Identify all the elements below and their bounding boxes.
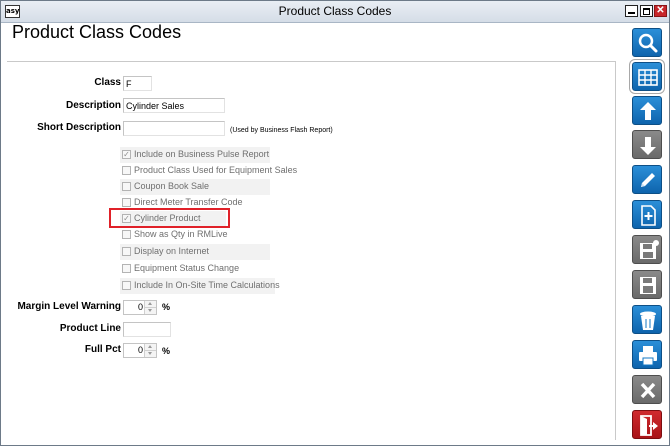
class-field[interactable]: F bbox=[123, 76, 152, 91]
new-document-icon bbox=[641, 205, 656, 226]
full-pct-value: 0 bbox=[137, 345, 143, 355]
checkbox-onsite-time-box[interactable] bbox=[122, 281, 131, 290]
checkbox-show-qty-rmlive[interactable]: Show as Qty in RMLive bbox=[120, 227, 270, 243]
highlight-box bbox=[109, 208, 230, 228]
delete-trash-icon bbox=[640, 311, 656, 330]
edit-button[interactable] bbox=[632, 165, 662, 194]
checkbox-onsite-time[interactable]: Include In On-Site Time Calculations bbox=[120, 278, 280, 294]
checkbox-coupon-book-box[interactable] bbox=[122, 182, 131, 191]
search-icon bbox=[638, 33, 658, 53]
checkbox-business-pulse[interactable]: ✓ Include on Business Pulse Report bbox=[120, 147, 270, 163]
full-pct-stepper[interactable]: 0 bbox=[123, 343, 157, 358]
delete-button[interactable] bbox=[632, 305, 662, 334]
product-line-field[interactable] bbox=[123, 322, 171, 337]
checkbox-coupon-book-label: Coupon Book Sale bbox=[134, 181, 210, 191]
close-button[interactable]: ✕ bbox=[654, 5, 667, 17]
product-line-label: Product Line bbox=[59, 323, 121, 334]
edit-pencil-icon bbox=[641, 173, 655, 187]
checkbox-display-internet-box[interactable] bbox=[122, 247, 131, 256]
short-description-label: Short Description bbox=[37, 122, 121, 133]
checkbox-equipment-sales-label: Product Class Used for Equipment Sales bbox=[134, 165, 298, 175]
window-title: Product Class Codes bbox=[278, 4, 392, 18]
margin-level-warning-label: Margin Level Warning bbox=[17, 301, 121, 312]
search-button[interactable] bbox=[632, 28, 662, 57]
description-field[interactable]: Cylinder Sales bbox=[123, 98, 225, 113]
next-record-button[interactable] bbox=[632, 130, 662, 159]
cancel-x-icon bbox=[640, 382, 656, 399]
stepper-down-button[interactable] bbox=[144, 351, 156, 357]
full-pct-unit: % bbox=[162, 346, 171, 356]
form-panel bbox=[7, 61, 616, 440]
maximize-button[interactable] bbox=[640, 5, 653, 17]
save-new-icon bbox=[640, 240, 659, 259]
cancel-button[interactable] bbox=[632, 375, 662, 404]
checkbox-direct-meter-box[interactable] bbox=[122, 198, 131, 207]
short-description-note: (Used by Business Flash Report) bbox=[230, 127, 333, 134]
save-button[interactable] bbox=[632, 270, 662, 299]
print-button[interactable] bbox=[632, 340, 662, 369]
stepper-down-button[interactable] bbox=[144, 308, 156, 314]
checkbox-direct-meter-label: Direct Meter Transfer Code bbox=[134, 197, 243, 207]
arrow-up-icon bbox=[640, 102, 656, 120]
checkbox-equipment-sales[interactable]: Product Class Used for Equipment Sales bbox=[120, 163, 300, 179]
minimize-button[interactable] bbox=[625, 5, 638, 17]
checkbox-equipment-status[interactable]: Equipment Status Change bbox=[120, 261, 270, 277]
exit-button[interactable] bbox=[632, 410, 662, 439]
print-icon bbox=[639, 346, 657, 366]
margin-level-warning-unit: % bbox=[162, 302, 171, 312]
checkbox-business-pulse-box[interactable]: ✓ bbox=[122, 150, 131, 159]
previous-record-button[interactable] bbox=[632, 96, 662, 125]
margin-level-warning-value: 0 bbox=[137, 302, 143, 312]
checkbox-equipment-status-label: Equipment Status Change bbox=[134, 263, 240, 273]
checkbox-display-internet[interactable]: Display on Internet bbox=[120, 244, 270, 260]
checkbox-show-qty-rmlive-box[interactable] bbox=[122, 230, 131, 239]
product-class-codes-window: asy Product Class Codes ✕ Product Class … bbox=[0, 0, 670, 446]
arrow-down-icon bbox=[640, 137, 656, 155]
stepper-up-button[interactable] bbox=[144, 344, 156, 351]
title-bar: asy Product Class Codes ✕ bbox=[1, 1, 669, 23]
margin-level-warning-stepper[interactable]: 0 bbox=[123, 300, 157, 315]
checkbox-onsite-time-label: Include In On-Site Time Calculations bbox=[134, 280, 280, 290]
grid-view-button[interactable] bbox=[630, 60, 664, 93]
description-label: Description bbox=[65, 100, 121, 111]
checkbox-show-qty-rmlive-label: Show as Qty in RMLive bbox=[134, 229, 228, 239]
new-record-button[interactable] bbox=[632, 200, 662, 229]
class-label: Class bbox=[94, 77, 121, 88]
checkbox-coupon-book[interactable]: Coupon Book Sale bbox=[120, 179, 270, 195]
save-new-button[interactable] bbox=[632, 235, 662, 264]
page-title: Product Class Codes bbox=[12, 22, 182, 42]
short-description-field[interactable] bbox=[123, 121, 225, 136]
save-icon bbox=[640, 277, 656, 294]
checkbox-equipment-status-box[interactable] bbox=[122, 264, 131, 273]
stepper-up-button[interactable] bbox=[144, 301, 156, 308]
full-pct-label: Full Pct bbox=[84, 344, 121, 355]
checkbox-display-internet-label: Display on Internet bbox=[134, 246, 210, 256]
checkbox-equipment-sales-box[interactable] bbox=[122, 166, 131, 175]
exit-door-icon bbox=[640, 415, 658, 436]
checkbox-business-pulse-label: Include on Business Pulse Report bbox=[134, 149, 270, 159]
grid-icon bbox=[638, 69, 658, 86]
